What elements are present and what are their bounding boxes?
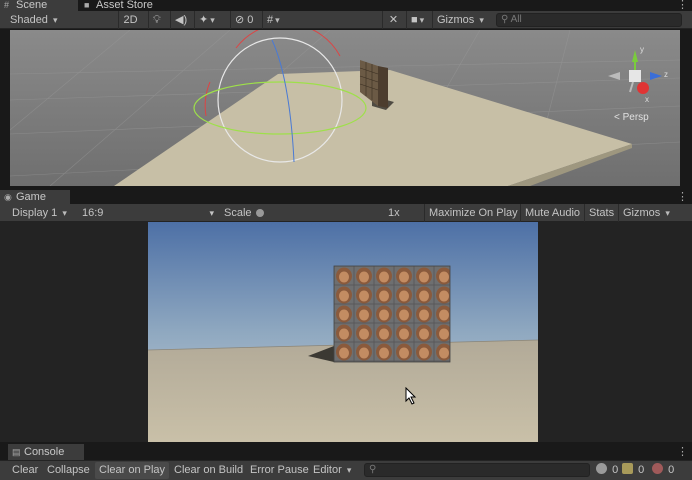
scale-value: 1x <box>388 207 400 219</box>
grid-snap-icon[interactable]: # <box>262 11 294 29</box>
game-kebab-menu-icon[interactable]: ⋮ <box>677 190 688 204</box>
scene-viewport[interactable]: z x y < Persp <box>10 30 680 186</box>
scene-search-placeholder: All <box>510 14 522 25</box>
mute-audio-button[interactable]: Mute Audio <box>520 204 584 222</box>
game-gizmos-label: Gizmos <box>623 207 661 219</box>
game-render <box>148 222 538 442</box>
error-pause-label: Error Pause <box>250 464 309 476</box>
aspect-dropdown[interactable]: 16:9 ▾ <box>82 204 216 222</box>
tools-icon[interactable]: ✕ <box>382 11 404 29</box>
tab-scene[interactable]: # Scene <box>0 0 78 11</box>
tab-game[interactable]: ◉ Game <box>0 190 70 204</box>
game-view[interactable] <box>148 222 538 442</box>
clear-on-play-toggle[interactable]: Clear on Play <box>95 462 170 479</box>
warning-counter[interactable]: 0 <box>622 462 644 479</box>
console-tab-bar: ▤ Console ⋮ <box>0 444 692 460</box>
perspective-label[interactable]: < Persp <box>614 112 649 123</box>
clear-on-build-toggle[interactable]: Clear on Build <box>170 462 247 479</box>
warning-count: 0 <box>638 464 645 476</box>
tab-console[interactable]: ▤ Console <box>8 444 84 460</box>
persp-label-text: Persp <box>622 112 649 123</box>
hidden-objects-count: 0 <box>247 14 254 26</box>
console-search-icon: ⚲ <box>369 464 377 475</box>
mute-audio-label: Mute Audio <box>525 207 581 219</box>
toggle-2d-label: 2D <box>123 14 138 26</box>
console-search-input[interactable]: ⚲ <box>364 463 590 477</box>
tab-game-label: Game <box>16 191 46 203</box>
info-icon <box>596 463 607 474</box>
display-dropdown[interactable]: Display 1 <box>12 204 67 222</box>
error-icon <box>652 463 663 474</box>
scale-slider[interactable] <box>256 204 384 222</box>
clear-label: Clear <box>12 464 39 476</box>
stats-label: Stats <box>589 207 615 219</box>
camera-icon[interactable]: ■ <box>406 11 432 29</box>
editor-dropdown[interactable]: Editor <box>309 462 355 479</box>
scene-tab-bar: # Scene ■ Asset Store ⋮ <box>0 0 692 11</box>
scene-search-input[interactable]: ⚲ All <box>496 13 682 27</box>
console-icon: ▤ <box>12 447 21 457</box>
svg-text:y: y <box>640 45 644 54</box>
tab-console-label: Console <box>24 446 65 458</box>
clear-on-build-label: Clear on Build <box>174 464 244 476</box>
clear-on-play-label: Clear on Play <box>99 464 166 476</box>
game-toolbar: Display 1 16:9 ▾ Scale 1x Maximize On Pl… <box>0 204 692 222</box>
kebab-menu-icon[interactable]: ⋮ <box>677 0 688 11</box>
warning-icon <box>622 463 633 474</box>
scene-toolbar: Shaded 2D 💡︎ ◀) ✦ ⊘ 0 # ✕ ■ Gizmos ⚲ All <box>0 11 692 29</box>
gizmos-dropdown[interactable]: Gizmos <box>432 11 490 29</box>
eye-slash-icon: ⊘ <box>235 14 245 26</box>
collapse-button[interactable]: Collapse <box>43 462 94 479</box>
display-value: Display 1 <box>12 207 58 219</box>
grid-icon: # <box>4 0 10 10</box>
maximize-on-play-button[interactable]: Maximize On Play <box>424 204 522 222</box>
scene-render: z x y <box>10 30 680 186</box>
clear-button[interactable]: Clear <box>8 462 42 479</box>
mouse-cursor-icon <box>405 387 417 405</box>
maximize-on-play-label: Maximize On Play <box>429 207 518 219</box>
hidden-objects-toggle[interactable]: ⊘ 0 <box>230 11 258 29</box>
error-count: 0 <box>668 464 675 476</box>
tab-asset-store-label: Asset Store <box>96 0 153 11</box>
game-gizmos-dropdown[interactable]: Gizmos <box>618 204 674 222</box>
console-toolbar: Clear Collapse Clear on Play Clear on Bu… <box>0 460 692 480</box>
svg-text:x: x <box>645 95 649 104</box>
error-pause-toggle[interactable]: Error Pause <box>246 462 313 479</box>
scale-slider-handle[interactable] <box>256 209 264 217</box>
error-counter[interactable]: 0 <box>652 462 674 479</box>
stats-button[interactable]: Stats <box>584 204 618 222</box>
scale-label: Scale <box>224 207 252 219</box>
collapse-label: Collapse <box>47 464 90 476</box>
shading-mode-dropdown[interactable]: Shaded <box>10 11 110 29</box>
search-icon: ⚲ <box>501 14 509 25</box>
aspect-value: 16:9 <box>82 207 104 219</box>
game-tab-bar: ◉ Game ⋮ <box>0 190 692 204</box>
toggle-2d-button[interactable]: 2D <box>118 11 142 29</box>
editor-label: Editor <box>313 464 342 476</box>
log-counter[interactable]: 0 <box>596 462 618 479</box>
tab-scene-label: Scene <box>16 0 48 11</box>
persp-chevron-icon: < <box>614 112 620 123</box>
shading-mode-value: Shaded <box>10 14 48 26</box>
audio-icon[interactable]: ◀) <box>170 11 188 29</box>
log-count: 0 <box>612 464 619 476</box>
gizmos-label: Gizmos <box>437 14 475 26</box>
effects-icon[interactable]: ✦ <box>194 11 226 29</box>
lighting-icon[interactable]: 💡︎ <box>148 11 166 29</box>
tab-asset-store[interactable]: ■ Asset Store <box>80 0 164 11</box>
console-kebab-menu-icon[interactable]: ⋮ <box>677 444 688 460</box>
svg-text:z: z <box>664 70 668 79</box>
store-icon: ■ <box>84 0 90 10</box>
game-controller-icon: ◉ <box>4 192 12 202</box>
aspect-chevron-icon: ▾ <box>209 208 214 218</box>
